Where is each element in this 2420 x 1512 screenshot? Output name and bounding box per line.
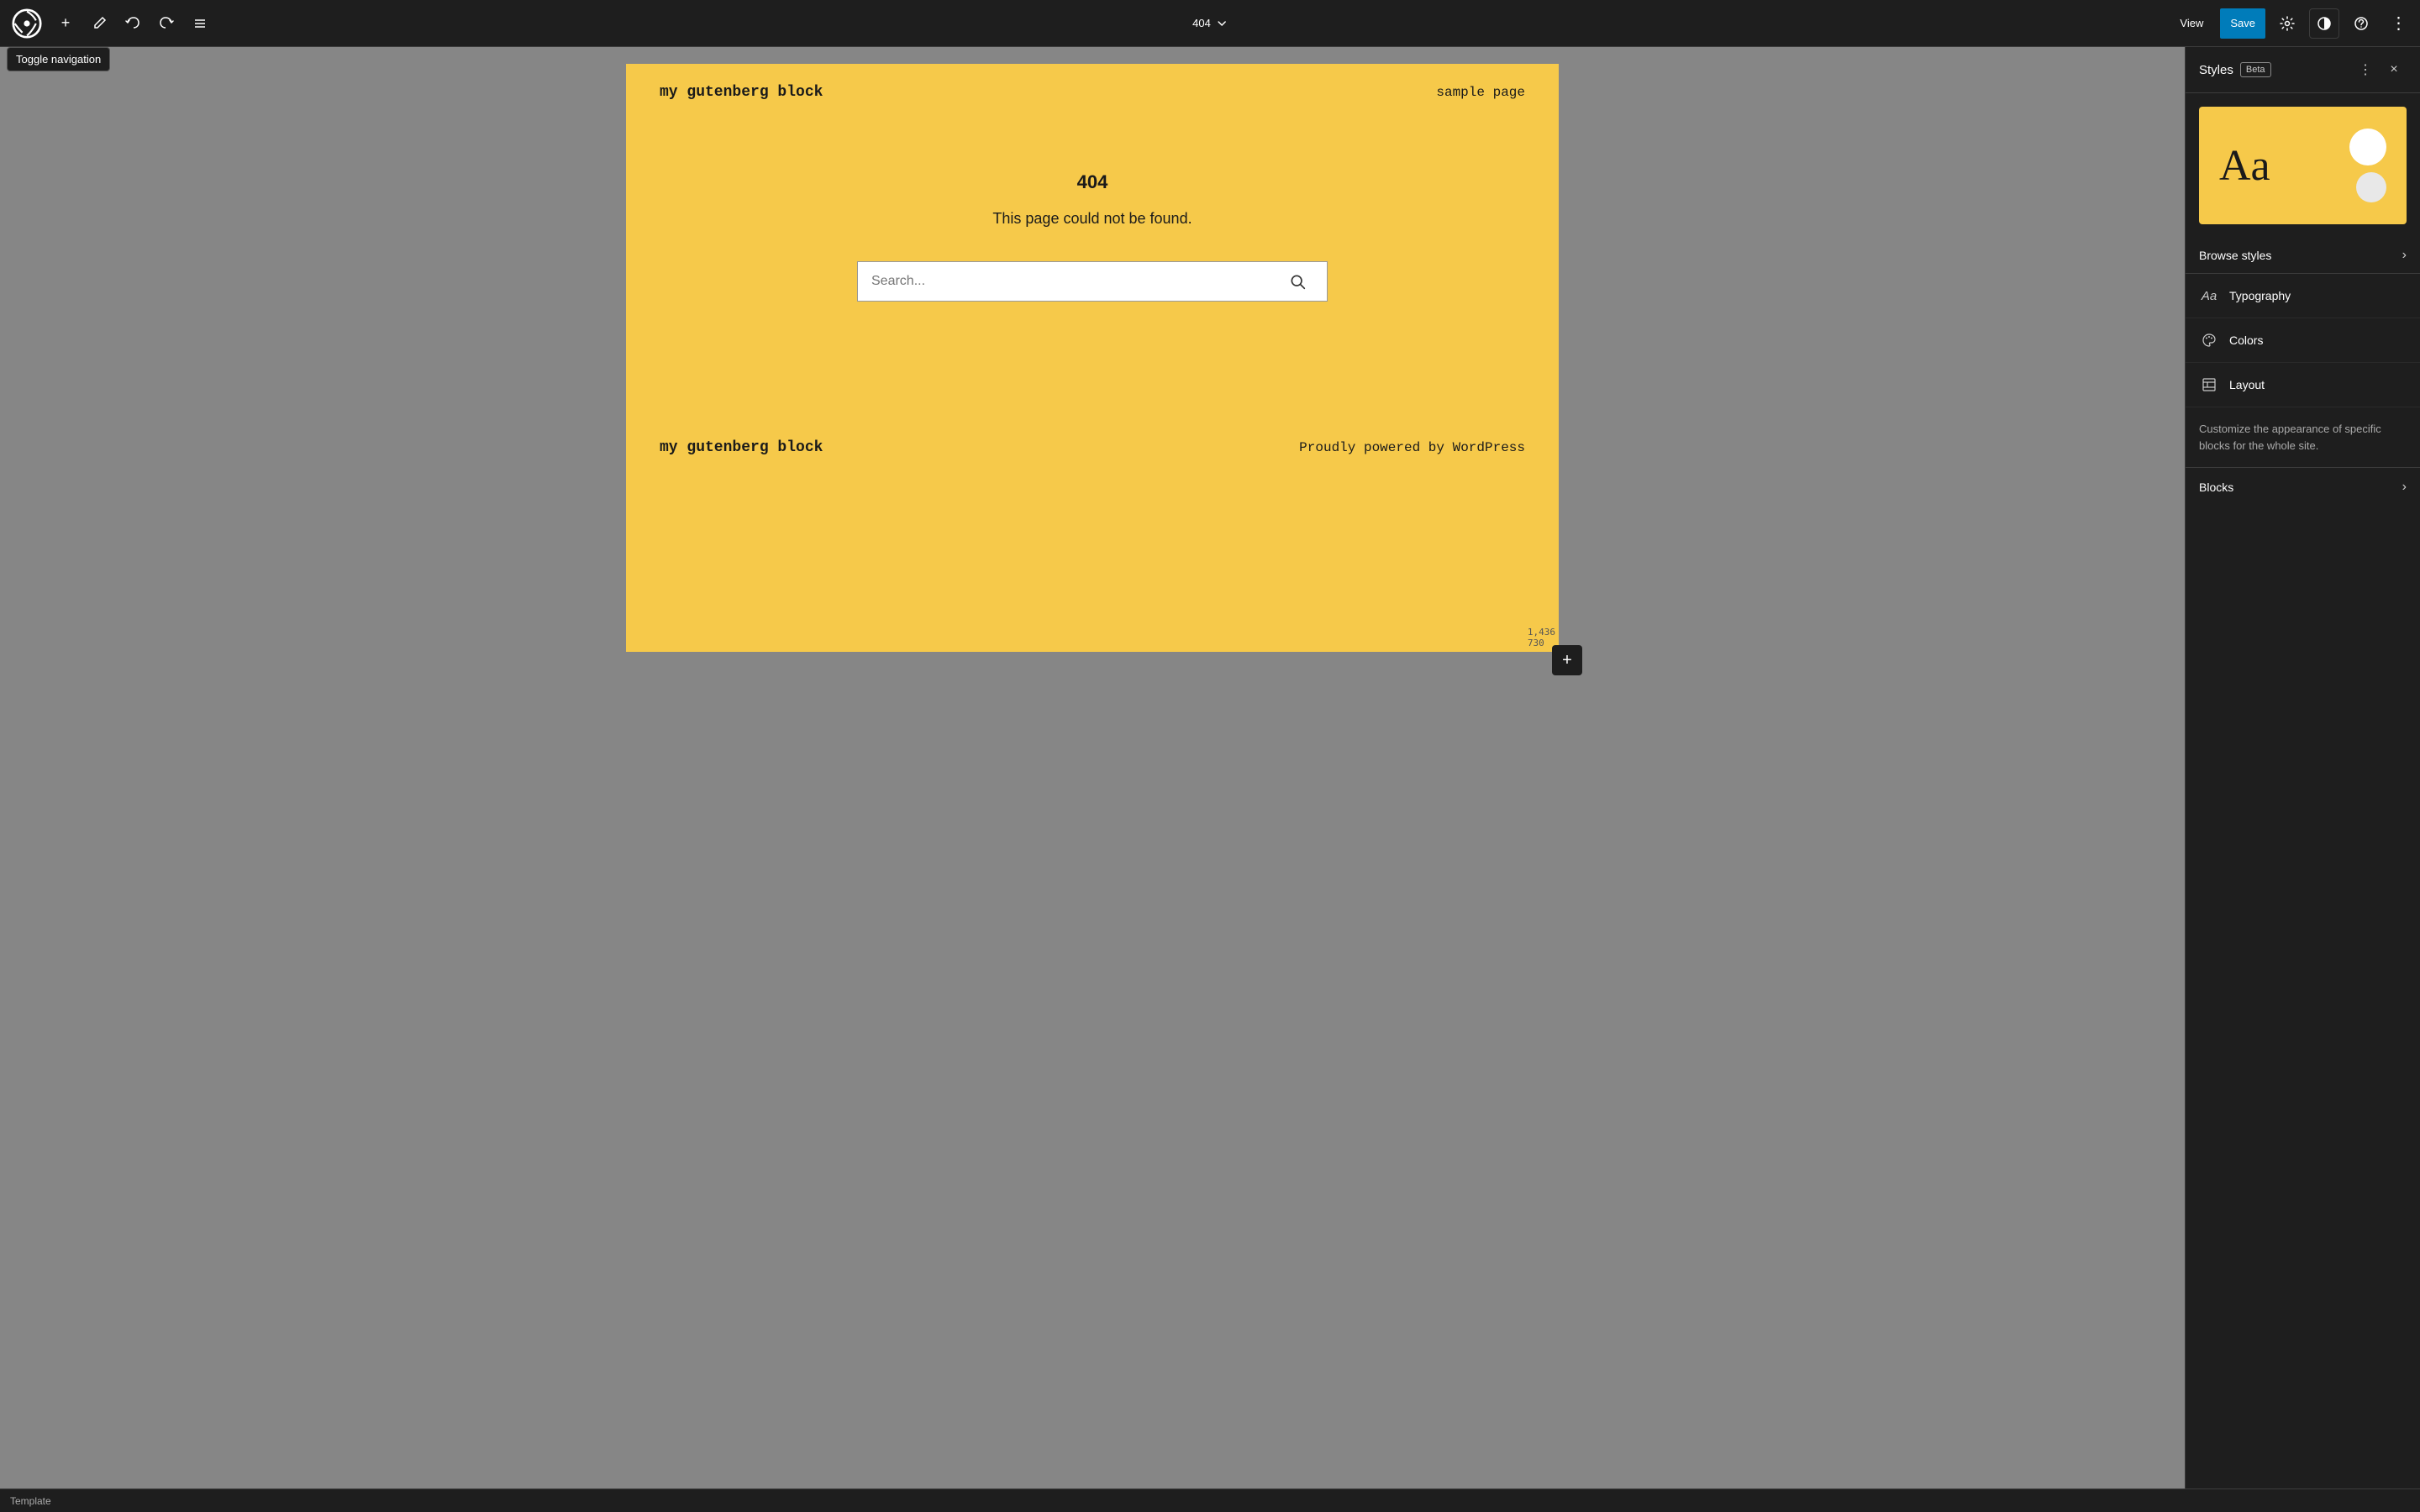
blocks-chevron: › [2402,480,2407,495]
toolbar-left: + [7,3,215,44]
browse-styles-label: Browse styles [2199,249,2271,262]
site-title-header: my gutenberg block [660,84,823,101]
redo-button[interactable] [151,8,182,39]
preview-circle-large [2349,129,2386,165]
browse-styles-chevron: › [2402,248,2407,263]
typography-option-left: Aa Typography [2199,286,2291,306]
page-content-area: 404 This page could not be found. [626,121,1559,352]
blocks-label: Blocks [2199,480,2233,494]
customize-text: Customize the appearance of specific blo… [2186,407,2420,468]
settings-button[interactable] [2272,8,2302,39]
styles-panel: Styles Beta ⋮ × Aa Browse styles [2185,47,2420,1488]
blocks-row[interactable]: Blocks › [2186,468,2420,507]
edit-mode-button[interactable] [84,8,114,39]
layout-label: Layout [2229,378,2265,391]
search-submit-button[interactable] [1267,261,1328,302]
search-icon [1289,273,1306,290]
more-options-button[interactable]: ⋮ [2383,8,2413,39]
layout-option-left: Layout [2199,375,2265,395]
powered-by-text: Proudly powered by WordPress [1299,440,1525,455]
colors-option-row[interactable]: Colors [2186,318,2420,363]
wp-logo-button[interactable] [7,3,47,44]
panel-header-actions: ⋮ × [2353,57,2407,82]
search-input[interactable] [857,261,1267,302]
document-overview-button[interactable] [185,8,215,39]
view-button[interactable]: View [2170,8,2213,39]
browse-styles-row[interactable]: Browse styles › [2186,238,2420,274]
add-block-toolbar-button[interactable]: + [50,8,81,39]
toolbar-center: 404 [1184,12,1236,34]
canvas-area: my gutenberg block sample page 404 This … [0,47,2185,1488]
panel-title: Styles [2199,63,2233,77]
page-title-button[interactable]: 404 [1184,12,1236,34]
preview-circles [2349,129,2386,202]
site-title-footer: my gutenberg block [660,439,823,456]
preview-circle-small [2356,172,2386,202]
status-bar: Template [0,1488,2420,1512]
typography-option-row[interactable]: Aa Typography [2186,274,2420,318]
layout-option-row[interactable]: Layout [2186,363,2420,407]
panel-title-area: Styles Beta [2199,62,2271,77]
error-message: This page could not be found. [992,210,1192,228]
panel-more-button[interactable]: ⋮ [2353,57,2378,82]
panel-header: Styles Beta ⋮ × [2186,47,2420,93]
nav-sample-page: sample page [1436,85,1525,100]
typography-icon: Aa [2199,286,2219,306]
page-title-text: 404 [1192,17,1211,29]
page-canvas: my gutenberg block sample page 404 This … [626,64,1559,652]
search-area [857,261,1328,302]
style-preview[interactable]: Aa [2199,107,2407,224]
undo-button[interactable] [118,8,148,39]
colors-option-left: Colors [2199,330,2263,350]
add-block-button[interactable]: + [1552,645,1582,675]
layout-icon [2199,375,2219,395]
colors-label: Colors [2229,333,2263,347]
dark-mode-button[interactable] [2309,8,2339,39]
help-button[interactable] [2346,8,2376,39]
page-footer: my gutenberg block Proudly powered by Wo… [626,419,1559,476]
status-text: Template [10,1495,51,1507]
coordinates-display: 1,436 730 [1528,627,1555,648]
beta-badge: Beta [2240,62,2271,77]
save-button[interactable]: Save [2220,8,2265,39]
panel-close-button[interactable]: × [2381,57,2407,82]
toolbar: + 404 [0,0,2420,47]
error-code: 404 [1077,171,1108,193]
typography-label: Typography [2229,289,2291,302]
preview-aa-text: Aa [2219,141,2270,191]
colors-icon [2199,330,2219,350]
page-header: my gutenberg block sample page [626,64,1559,121]
main-area: my gutenberg block sample page 404 This … [0,47,2420,1488]
toolbar-right: View Save ⋮ [2170,8,2413,39]
